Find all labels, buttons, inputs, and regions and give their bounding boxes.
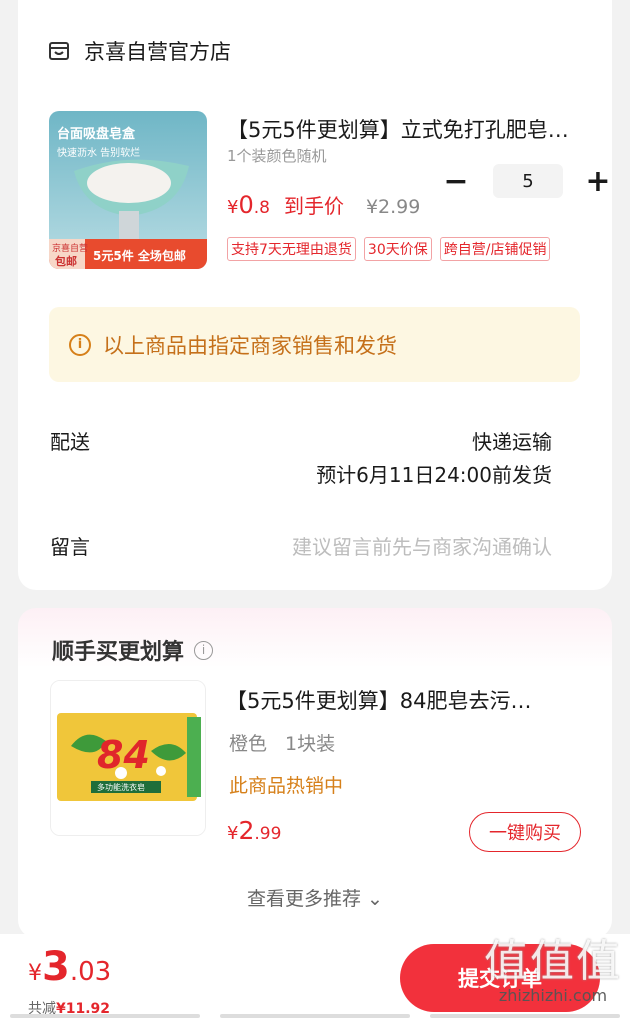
message-label: 留言 [50, 535, 90, 559]
recommend-price: ¥ 2 .99 [227, 816, 281, 845]
system-nav-indicator [0, 1014, 630, 1020]
tag-return: 支持7天无理由退货 [227, 237, 356, 261]
price-symbol: ¥ [227, 197, 239, 218]
quantity-input[interactable]: 5 [493, 164, 563, 198]
total-price: ¥ 3 .03 [28, 944, 111, 990]
recommend-image[interactable]: 84 多功能洗衣皂 [50, 680, 206, 836]
price-decimal: .8 [253, 198, 270, 218]
recommend-image-brand: 多功能洗衣皂 [97, 783, 145, 792]
recommend-image-big: 84 [97, 733, 150, 777]
price-integer: 2 [238, 816, 255, 845]
shop-header[interactable]: 京喜自营官方店 [48, 36, 231, 66]
increase-button[interactable]: + [583, 164, 613, 199]
watermark: 值值值 zhizhizhi.com [478, 936, 628, 1006]
info-icon[interactable]: i [194, 640, 214, 660]
order-card: 京喜自营官方店 台面吸盘皂盒 快速沥水 告别软烂 京喜自营 包邮 5元5件 全场… [18, 0, 612, 590]
recommend-card: 顺手买更划算 i 84 多功能洗衣皂 【5元5件更划算】84肥皂去污… 橙色 1块… [18, 608, 612, 938]
tag-price-protect: 30天价保 [363, 237, 432, 261]
quick-buy-button[interactable]: 一键购买 [469, 812, 581, 852]
notice-text: 以上商品由指定商家销售和发货 [103, 333, 397, 358]
shop-name: 京喜自营官方店 [84, 40, 231, 64]
more-recommend-link[interactable]: 查看更多推荐 ⌄ [18, 884, 612, 911]
service-tags: 支持7天无理由退货 30天价保 跨自营/店铺促销 [227, 237, 558, 261]
shop-icon [49, 42, 69, 60]
quantity-stepper: − 5 + [441, 164, 613, 199]
image-headline: 台面吸盘皂盒 [57, 127, 136, 142]
recommend-color: 橙色 [229, 733, 268, 755]
watermark-url: zhizhizhi.com [498, 986, 608, 1005]
image-sub: 快速沥水 告别软烂 [57, 148, 141, 159]
recommend-hot: 此商品热销中 [229, 775, 344, 797]
image-badge-free: 包邮 [55, 255, 77, 268]
price-symbol: ¥ [227, 823, 239, 844]
recommend-title[interactable]: 【5元5件更划算】84肥皂去污… [226, 685, 586, 715]
price-label: 到手价 [283, 194, 344, 218]
price-decimal: .99 [254, 824, 282, 844]
recommend-spec: 橙色 1块装 [229, 729, 335, 756]
message-input[interactable]: 建议留言前先与商家沟通确认 [292, 531, 552, 560]
product-image[interactable]: 台面吸盘皂盒 快速沥水 告别软烂 京喜自营 包邮 5元5件 全场包邮 [49, 111, 207, 269]
info-icon: i [69, 333, 91, 356]
section-title-text: 顺手买更划算 [52, 640, 185, 665]
delivery-method[interactable]: 快递运输 [472, 426, 552, 455]
total-symbol: ¥ [28, 961, 42, 986]
tag-promo: 跨自营/店铺促销 [439, 237, 551, 261]
image-badge-promo: 5元5件 全场包邮 [93, 249, 186, 263]
total-decimal: .03 [69, 957, 112, 987]
product-price: ¥ 0 .8 到手价 ¥2.99 [227, 190, 420, 219]
watermark-logo: 值值值 [484, 936, 622, 987]
delivery-eta: 预计6月11日24:00前发货 [316, 463, 552, 487]
recommend-pack: 1块装 [285, 733, 336, 755]
original-price: ¥2.99 [365, 196, 421, 218]
recommend-section-title: 顺手买更划算 i [52, 634, 214, 666]
product-title[interactable]: 【5元5件更划算】立式免打孔肥皂… [227, 114, 587, 144]
price-integer: 0 [238, 191, 254, 219]
total-integer: 3 [42, 944, 70, 990]
merchant-notice: i 以上商品由指定商家销售和发货 [49, 307, 580, 382]
product-spec: 1个装颜色随机 [227, 147, 327, 165]
delivery-label: 配送 [50, 430, 90, 454]
decrease-button[interactable]: − [441, 164, 471, 199]
